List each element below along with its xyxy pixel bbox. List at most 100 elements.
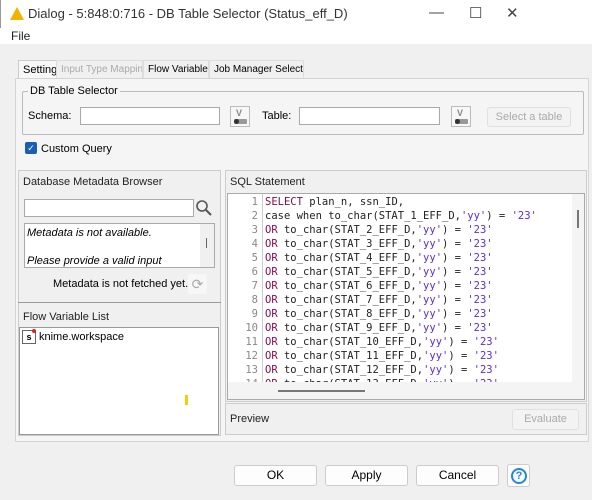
code-token: OR [265,280,278,292]
code-token: ) = [442,294,468,306]
flow-variable-list[interactable]: s knime.workspace [19,327,219,435]
code-token: OR [265,238,278,250]
code-token: '23' [467,322,493,334]
maximize-button[interactable]: ☐ [469,4,482,22]
select-table-button[interactable]: Select a table [487,107,571,127]
close-button[interactable]: ✕ [506,4,519,22]
code-token: ) = [448,364,474,376]
help-icon: ? [511,468,527,484]
code-token: 'yy' [416,322,443,334]
code-token: to_char(STAT_2_EFF_D, [277,224,417,236]
metadata-browser-title: Database Metadata Browser [23,176,163,188]
vertical-scrollbar[interactable] [572,194,584,399]
code-line: OR to_char(STAT_12_EFF_D,'yy') = '23' [265,364,499,376]
line-number: 4 [251,238,258,250]
code-token: to_char(STAT_5_EFF_D, [277,266,417,278]
help-button[interactable]: ? [507,464,530,487]
table-input[interactable] [299,107,440,125]
group-label: DB Table Selector [28,85,120,97]
metadata-tree[interactable]: Metadata is not available. Please provid… [24,223,215,268]
code-token: ) = [442,322,468,334]
metadata-scrollbar[interactable] [200,224,214,267]
code-token: 'yy' [460,210,487,222]
line-number: 11 [245,336,258,348]
code-token: 'yy' [416,252,443,264]
code-token: '23' [467,280,493,292]
code-token: OR [265,364,278,376]
code-token: OR [265,266,278,278]
code-line: SELECT plan_n, ssn_ID, [265,196,404,208]
code-token: '23' [467,252,493,264]
code-line: OR to_char(STAT_9_EFF_D,'yy') = '23' [265,322,493,334]
minimize-button[interactable]: — [429,4,444,21]
code-token: to_char(STAT_3_EFF_D, [277,238,417,250]
code-token: to_char(STAT_4_EFF_D, [277,252,417,264]
split-divider[interactable] [18,302,221,303]
code-line: OR to_char(STAT_10_EFF_D,'yy') = '23' [265,336,499,348]
horizontal-scrollbar[interactable] [228,382,572,399]
code-token: 'yy' [423,364,449,376]
line-number: 12 [245,350,258,362]
apply-button[interactable]: Apply [325,465,408,486]
ok-button[interactable]: OK [234,465,317,486]
line-number: 6 [251,266,258,278]
list-item[interactable]: knime.workspace [39,331,124,343]
code-token: ) = [442,308,468,320]
evaluate-button[interactable]: Evaluate [512,409,579,430]
schema-flow-variable-button[interactable]: V [230,106,250,127]
line-number: 9 [251,308,258,320]
custom-query-checkbox[interactable]: ✓ [25,142,37,154]
metadata-message: Metadata is not available. [27,227,152,239]
code-token: 'yy' [416,308,443,320]
code-token: '23' [473,364,499,376]
search-icon[interactable] [195,199,213,217]
cancel-button[interactable]: Cancel [416,465,499,486]
code-token: to_char(STAT_12_EFF_D, [277,364,424,376]
sql-statement-title: SQL Statement [230,176,305,188]
sql-editor[interactable]: 1 SELECT plan_n, ssn_ID, 2 case when to_cha… [227,193,585,400]
flow-variable-list-title: Flow Variable List [23,311,109,323]
schema-input[interactable] [80,107,220,125]
code-token: to_char(STAT_10_EFF_D, [277,336,424,348]
code-token: plan_n, ssn_ID, [302,196,405,208]
tab-job-manager-selection[interactable]: Job Manager Selection [209,60,304,79]
refresh-icon[interactable]: ⟳ [188,274,207,294]
code-token: OR [265,224,278,236]
metadata-search-input[interactable] [24,199,194,217]
code-line: OR to_char(STAT_7_EFF_D,'yy') = '23' [265,294,493,306]
custom-query-label: Custom Query [41,143,112,155]
code-token: OR [265,350,278,362]
code-token: '23' [473,336,499,348]
preview-title: Preview [230,413,270,425]
variable-dot [32,329,36,333]
window-title: Dialog - 5:848:0:716 - DB Table Selector… [28,6,348,21]
code-token: to_char(STAT_8_EFF_D, [277,308,417,320]
tab-input-type-mapping[interactable]: Input Type Mapping [56,60,143,79]
code-token: 'yy' [423,336,449,348]
code-token: '23' [467,308,493,320]
code-token: 'yy' [416,280,443,292]
code-token: OR [265,294,278,306]
code-line: OR to_char(STAT_4_EFF_D,'yy') = '23' [265,252,493,264]
code-token: 'yy' [416,224,443,236]
code-token: '23' [467,266,493,278]
code-token: '23' [467,294,493,306]
code-token: 'yy' [416,238,443,250]
title-bar: Dialog - 5:848:0:716 - DB Table Selector… [0,0,592,28]
menu-bar: File [0,28,592,44]
code-token: OR [265,322,278,334]
menu-file[interactable]: File [11,29,30,43]
code-line: OR to_char(STAT_3_EFF_D,'yy') = '23' [265,238,493,250]
table-flow-variable-button[interactable]: V [451,106,471,127]
code-token: ) = [486,210,512,222]
code-line: OR to_char(STAT_8_EFF_D,'yy') = '23' [265,308,493,320]
code-token: ) = [442,238,468,250]
tab-flow-variables[interactable]: Flow Variables [143,60,209,79]
table-label: Table: [262,110,292,122]
code-line: case when to_char(STAT_1_EFF_D,'yy') = '… [265,210,537,222]
code-token: '23' [467,224,493,236]
code-line: OR to_char(STAT_2_EFF_D,'yy') = '23' [265,224,493,236]
code-token: '23' [511,210,537,222]
line-number: 1 [251,196,258,208]
code-line: OR to_char(STAT_6_EFF_D,'yy') = '23' [265,280,493,292]
